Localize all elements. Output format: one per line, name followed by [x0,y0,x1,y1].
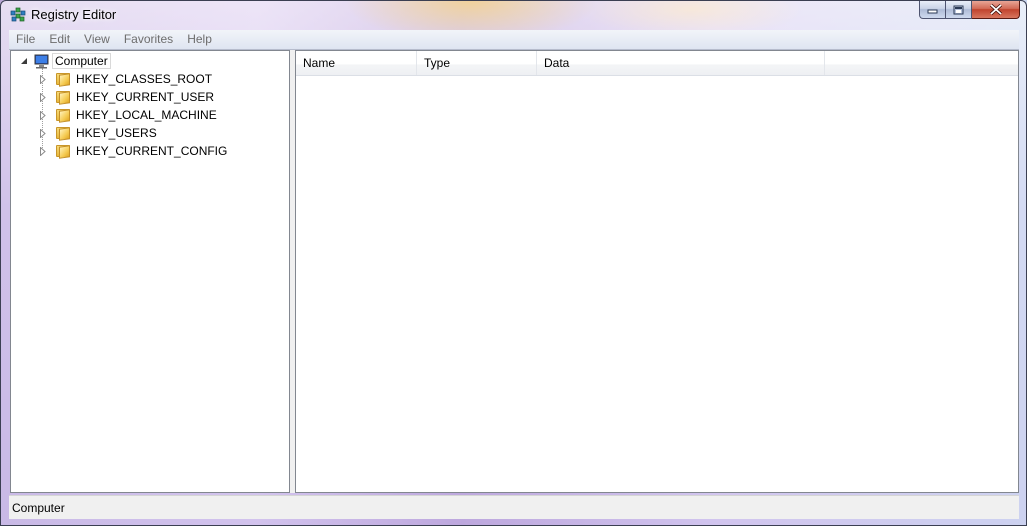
folder-icon [55,126,71,141]
close-button[interactable] [972,1,1020,19]
column-header-filler [825,51,1018,75]
folder-icon [55,144,71,159]
expand-arrow-icon[interactable] [38,110,47,120]
caption-buttons [919,1,1020,20]
tree-item-label: HKEY_USERS [76,126,157,140]
folder-icon [55,72,71,87]
tree-node-hkey-local-machine[interactable]: HKEY_LOCAL_MACHINE [38,106,217,124]
title-bar[interactable]: Registry Editor [1,1,1026,29]
folder-icon [55,108,71,123]
values-list[interactable]: Name Type Data [295,50,1019,493]
tree-node-hkey-classes-root[interactable]: HKEY_CLASSES_ROOT [38,70,212,88]
menu-help[interactable]: Help [180,30,219,49]
status-bar: Computer [9,495,1019,519]
expand-arrow-icon[interactable] [38,92,47,102]
window-frame: Registry Editor File Edit View Favorites… [0,0,1027,526]
menu-favorites[interactable]: Favorites [117,30,180,49]
registry-editor-icon [10,7,26,22]
tree-node-hkey-current-user[interactable]: HKEY_CURRENT_USER [38,88,214,106]
menu-edit[interactable]: Edit [42,30,77,49]
tree-root-label: Computer [52,53,111,69]
expand-arrow-icon[interactable] [38,128,47,138]
computer-icon [34,54,49,68]
menu-view[interactable]: View [77,30,117,49]
column-header-name[interactable]: Name [296,51,417,75]
expand-arrow-icon[interactable] [38,146,47,156]
tree-node-computer[interactable]: Computer [20,52,111,70]
tree-item-label: HKEY_CURRENT_CONFIG [76,144,228,158]
collapse-arrow-icon[interactable] [20,57,29,66]
registry-tree[interactable]: Computer HKEY_CLASSES_ROOT HKEY_CURRENT_… [10,50,290,493]
tree-node-hkey-current-config[interactable]: HKEY_CURRENT_CONFIG [38,142,227,160]
list-header: Name Type Data [296,51,1018,76]
minimize-button[interactable] [919,1,946,19]
maximize-icon [953,5,964,14]
tree-item-label: HKEY_CLASSES_ROOT [76,72,213,86]
window-title: Registry Editor [31,7,117,22]
tree-node-hkey-users[interactable]: HKEY_USERS [38,124,157,142]
menu-file[interactable]: File [9,30,42,49]
menu-bar: File Edit View Favorites Help [9,30,1019,50]
tree-item-label: HKEY_CURRENT_USER [76,90,215,104]
close-icon [989,4,1002,15]
minimize-icon [927,9,938,13]
expand-arrow-icon[interactable] [38,74,47,84]
status-path: Computer [12,501,65,515]
tree-item-label: HKEY_LOCAL_MACHINE [76,108,217,122]
folder-icon [55,90,71,105]
maximize-button[interactable] [946,1,972,19]
column-header-data[interactable]: Data [537,51,825,75]
column-header-type[interactable]: Type [417,51,537,75]
